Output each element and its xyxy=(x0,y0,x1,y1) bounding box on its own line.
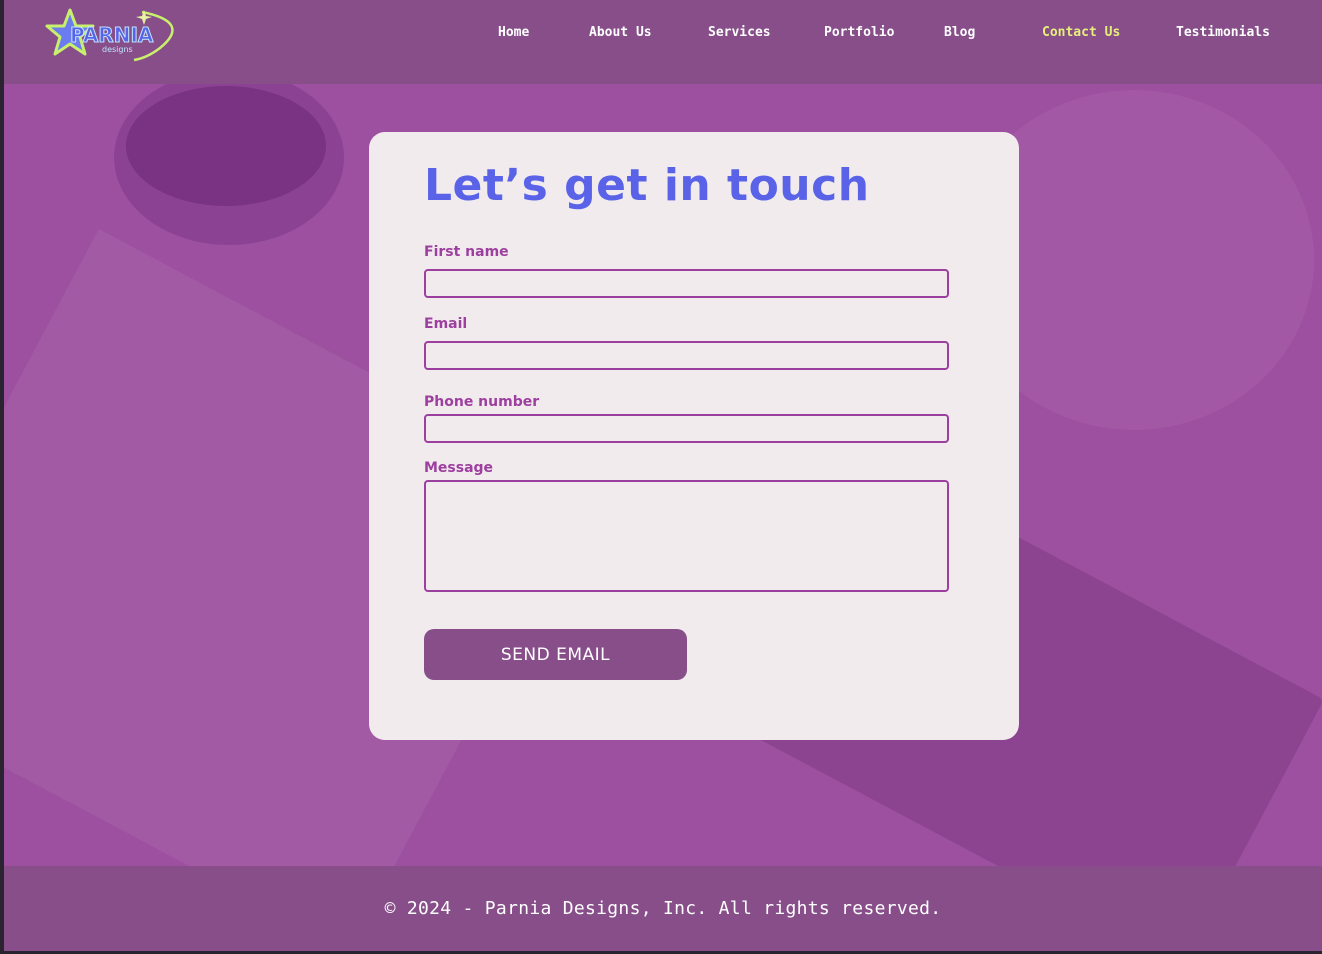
copyright-text: © 2024 - Parnia Designs, Inc. All rights… xyxy=(384,898,942,919)
email-label: Email xyxy=(424,316,468,332)
phone-field[interactable] xyxy=(424,414,949,443)
nav-portfolio[interactable]: Portfolio xyxy=(824,25,894,40)
message-field[interactable] xyxy=(424,480,949,592)
send-email-button[interactable]: SEND EMAIL xyxy=(424,629,687,680)
site-footer: © 2024 - Parnia Designs, Inc. All rights… xyxy=(4,866,1322,951)
nav-home[interactable]: Home xyxy=(498,25,529,40)
background-cup-inner xyxy=(126,86,326,206)
nav-contact-us[interactable]: Contact Us xyxy=(1042,25,1120,40)
nav-services[interactable]: Services xyxy=(708,25,771,40)
page-frame: PARNIA designs Home About Us Services Po… xyxy=(4,0,1322,951)
nav-testimonials[interactable]: Testimonials xyxy=(1176,25,1270,40)
page-title: Let’s get in touch xyxy=(424,160,870,211)
site-header: PARNIA designs Home About Us Services Po… xyxy=(4,0,1322,84)
contact-form-card: Let’s get in touch First name Email Phon… xyxy=(369,132,1019,740)
first-name-label: First name xyxy=(424,244,509,260)
nav-blog[interactable]: Blog xyxy=(944,25,975,40)
nav-about-us[interactable]: About Us xyxy=(589,25,652,40)
first-name-field[interactable] xyxy=(424,269,949,298)
main-nav: Home About Us Services Portfolio Blog Co… xyxy=(4,0,1322,66)
message-label: Message xyxy=(424,460,494,476)
background-cup xyxy=(114,70,344,245)
email-field[interactable] xyxy=(424,341,949,370)
phone-label: Phone number xyxy=(424,394,540,410)
